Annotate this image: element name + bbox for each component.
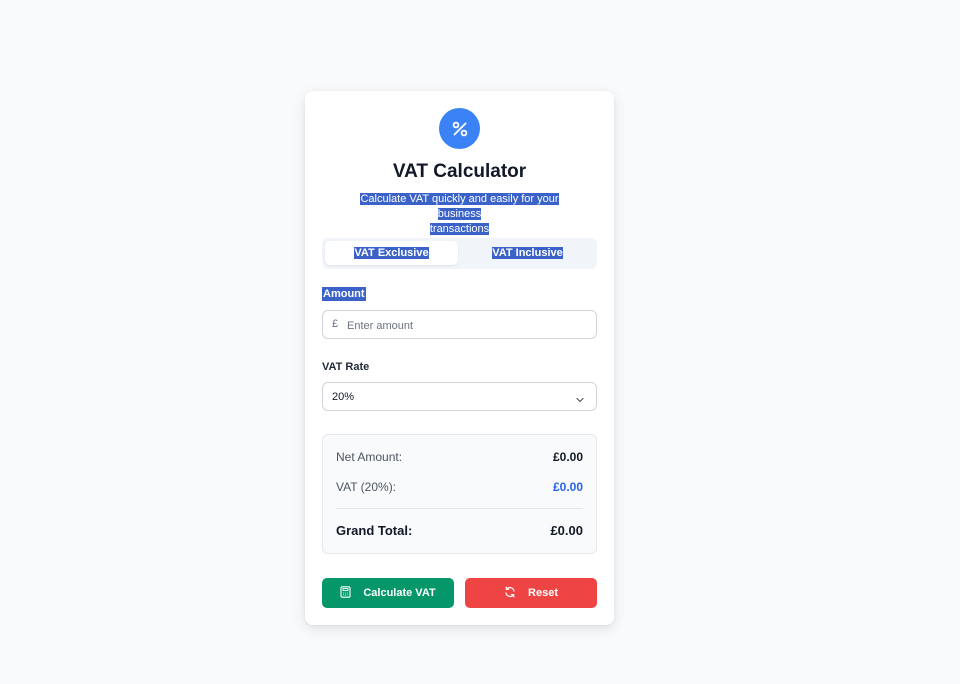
mode-tabs: VAT Exclusive VAT Inclusive	[322, 238, 597, 269]
net-amount-value: £0.00	[552, 450, 583, 464]
vat-rate-label: VAT Rate	[322, 361, 370, 373]
grand-total-label: Grand Total:	[336, 523, 413, 538]
tab-label: VAT Exclusive	[354, 247, 429, 259]
grand-total-value: £0.00	[550, 523, 583, 538]
divider	[336, 508, 583, 509]
chevron-down-icon	[575, 392, 585, 410]
vat-calculator-card: VAT Calculator Calculate VAT quickly and…	[305, 91, 614, 625]
net-amount-label: Net Amount:	[336, 450, 403, 464]
page-subtitle: Calculate VAT quickly and easily for you…	[339, 192, 580, 237]
calculate-vat-button[interactable]: Calculate VAT	[322, 578, 454, 608]
subtitle-line-2: transactions	[429, 223, 490, 235]
currency-symbol: £	[332, 318, 339, 330]
reset-label: Reset	[528, 587, 558, 599]
vat-amount-label: VAT (20%):	[336, 480, 397, 494]
refresh-icon	[504, 586, 516, 601]
tab-vat-inclusive[interactable]: VAT Inclusive	[461, 241, 594, 265]
tab-vat-exclusive[interactable]: VAT Exclusive	[325, 241, 458, 265]
amount-input[interactable]	[345, 314, 589, 337]
calculator-icon	[340, 585, 351, 601]
tab-label: VAT Inclusive	[492, 247, 563, 259]
calculate-vat-label: Calculate VAT	[363, 587, 436, 599]
amount-label-text: Amount	[322, 287, 366, 301]
vat-rate-select[interactable]: 20%	[322, 382, 597, 411]
vat-amount-value: £0.00	[552, 480, 583, 494]
amount-field: £	[322, 310, 597, 339]
reset-button[interactable]: Reset	[465, 578, 597, 608]
percent-icon	[439, 108, 480, 149]
page-title: VAT Calculator	[392, 161, 527, 182]
amount-label: Amount	[322, 287, 366, 301]
results-panel: Net Amount: £0.00 VAT (20%): £0.00 Grand…	[322, 434, 597, 554]
vat-rate-value: 20%	[332, 391, 355, 403]
subtitle-line-1: Calculate VAT quickly and easily for you…	[360, 193, 559, 220]
